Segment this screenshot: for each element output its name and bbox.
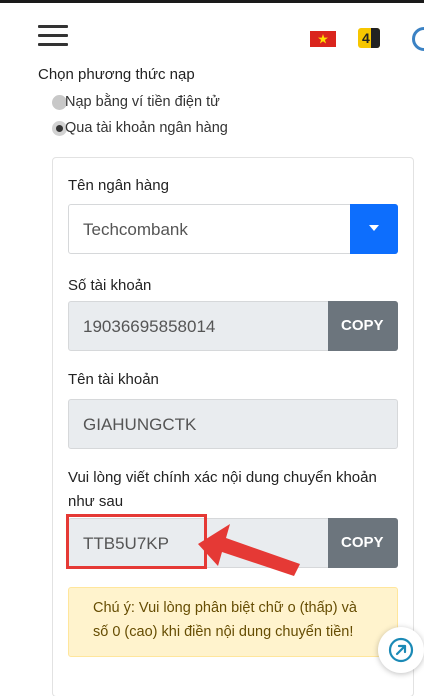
method-label-crypto: Nạp bằng ví tiền điện tử: [65, 94, 220, 110]
account-number-value: 19036695858014: [83, 317, 216, 336]
method-label-bank: Qua tài khoản ngân hàng: [65, 120, 228, 136]
copy-transfer-content-button[interactable]: COPY: [328, 518, 398, 568]
warning-note: Chú ý: Vui lòng phân biệt chữ o (thấp) v…: [68, 587, 398, 657]
account-name-label: Tên tài khoản: [68, 371, 159, 388]
annotation-highlight-box: [66, 514, 207, 569]
transfer-content-label: Vui lòng viết chính xác nội dung chuyển …: [68, 469, 377, 486]
account-name-value: GIAHUNGCTK: [83, 415, 197, 434]
bank-name-value: Techcombank: [83, 220, 188, 239]
annotation-arrow-icon: [198, 524, 300, 576]
badge-count: 4: [362, 30, 370, 46]
chevron-down-icon: [369, 225, 379, 231]
account-name-field: GIAHUNGCTK: [68, 399, 398, 449]
bank-select-dropdown-button[interactable]: [350, 204, 398, 254]
transfer-content-label-cont: như sau: [68, 493, 124, 510]
copy-account-number-button[interactable]: COPY: [328, 301, 398, 351]
account-number-field: 19036695858014 COPY: [68, 301, 398, 351]
external-link-arrow-icon[interactable]: [378, 627, 424, 673]
top-bar: 4: [0, 0, 424, 62]
user-avatar-icon[interactable]: [412, 27, 424, 51]
bank-name-select[interactable]: Techcombank: [68, 204, 398, 254]
vietnam-flag-icon[interactable]: [310, 31, 336, 47]
bank-name-label: Tên ngân hàng: [68, 177, 169, 194]
deposit-method-title: Chọn phương thức nạp: [38, 66, 195, 83]
hamburger-menu-icon[interactable]: [38, 25, 68, 47]
note-line-1: Chú ý: Vui lòng phân biệt chữ o (thấp) v…: [93, 600, 357, 616]
note-line-2: số 0 (cao) khi điền nội dung chuyển tiền…: [93, 624, 354, 640]
notification-badge[interactable]: 4: [358, 28, 380, 48]
account-number-label: Số tài khoản: [68, 277, 152, 294]
